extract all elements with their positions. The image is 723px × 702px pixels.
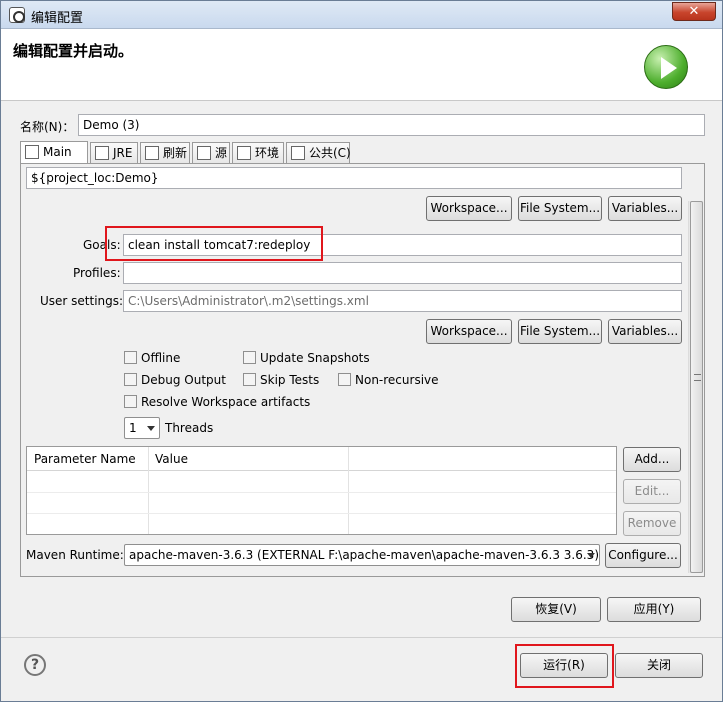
tab-jre-label: JRE (113, 146, 133, 160)
parameters-table: Parameter Name Value (26, 446, 617, 535)
column-header-value[interactable]: Value (155, 452, 188, 466)
close-button[interactable]: 关闭 (615, 653, 703, 678)
profiles-label: Profiles: (73, 266, 121, 280)
refresh-icon (145, 146, 159, 160)
threads-label: Threads (165, 421, 214, 435)
title-bar: 编辑配置 ✕ (1, 1, 722, 29)
tab-refresh[interactable]: 刷新 (140, 142, 190, 164)
tab-main[interactable]: Main (20, 141, 88, 164)
grip-icon (694, 374, 701, 381)
debug-output-checkbox-box[interactable] (124, 373, 137, 386)
apply-button[interactable]: 应用(Y) (607, 597, 701, 622)
main-icon (25, 145, 39, 159)
non-recursive-checkbox[interactable]: Non-recursive (338, 373, 439, 387)
base-directory-input[interactable]: ${project_loc:Demo} (26, 167, 682, 189)
resolve-workspace-checkbox[interactable]: Resolve Workspace artifacts (124, 395, 310, 409)
tab-main-label: Main (43, 145, 72, 159)
threads-select[interactable]: 1 (124, 417, 160, 439)
table-row-line-2 (27, 513, 616, 514)
tab-refresh-label: 刷新 (163, 146, 188, 160)
configure-button[interactable]: Configure... (605, 543, 681, 568)
name-label: 名称(N)： (20, 120, 75, 134)
file-system-button[interactable]: File System... (518, 196, 602, 221)
window-title: 编辑配置 (31, 11, 84, 26)
skip-tests-checkbox[interactable]: Skip Tests (243, 373, 319, 387)
resolve-workspace-label: Resolve Workspace artifacts (141, 395, 311, 409)
close-window-button[interactable]: ✕ (672, 2, 716, 21)
source-icon (197, 146, 211, 160)
name-input[interactable]: Demo (3) (78, 114, 705, 136)
jre-icon (95, 146, 109, 160)
header-banner: 编辑配置并启动。 (1, 29, 722, 101)
workspace-button[interactable]: Workspace... (426, 196, 512, 221)
tab-environment[interactable]: 环境 (232, 142, 284, 164)
help-icon[interactable]: ? (24, 654, 46, 676)
update-snapshots-checkbox[interactable]: Update Snapshots (243, 351, 370, 365)
non-recursive-checkbox-box[interactable] (338, 373, 351, 386)
remove-parameter-button[interactable]: Remove (623, 511, 681, 536)
scrollbar-thumb[interactable] (690, 201, 703, 573)
revert-button[interactable]: 恢复(V) (511, 597, 601, 622)
run-highlight-box (515, 644, 614, 688)
user-settings-label: User settings: (40, 294, 124, 308)
edit-configuration-dialog: 编辑配置 ✕ 编辑配置并启动。 名称(N)： Demo (3) Main JRE… (0, 0, 723, 702)
offline-checkbox-box[interactable] (124, 351, 137, 364)
tab-source-label: 源 (215, 146, 228, 160)
offline-label: Offline (141, 351, 181, 365)
debug-output-label: Debug Output (141, 373, 226, 387)
footer-separator (1, 637, 722, 638)
chevron-down-icon (587, 553, 595, 558)
app-icon (9, 7, 25, 23)
skip-tests-checkbox-box[interactable] (243, 373, 256, 386)
debug-output-checkbox[interactable]: Debug Output (124, 373, 226, 387)
variables-button-2[interactable]: Variables... (608, 319, 682, 344)
environment-icon (237, 146, 251, 160)
edit-parameter-button[interactable]: Edit... (623, 479, 681, 504)
tab-common[interactable]: 公共(C) (286, 142, 351, 164)
maven-runtime-label: Maven Runtime: (26, 548, 124, 562)
resolve-workspace-checkbox-box[interactable] (124, 395, 137, 408)
table-row-line (27, 492, 616, 493)
banner-text: 编辑配置并启动。 (13, 42, 134, 60)
update-snapshots-label: Update Snapshots (260, 351, 370, 365)
add-parameter-button[interactable]: Add... (623, 447, 681, 472)
skip-tests-label: Skip Tests (260, 373, 320, 387)
chevron-down-icon (147, 426, 155, 431)
goals-highlight-box (105, 226, 323, 261)
maven-runtime-value: apache-maven-3.6.3 (EXTERNAL F:\apache-m… (129, 548, 599, 562)
offline-checkbox[interactable]: Offline (124, 351, 180, 365)
workspace-button-2[interactable]: Workspace... (426, 319, 512, 344)
run-play-icon (644, 45, 688, 89)
common-icon (291, 146, 305, 160)
maven-runtime-select[interactable]: apache-maven-3.6.3 (EXTERNAL F:\apache-m… (124, 544, 600, 566)
column-header-parameter-name[interactable]: Parameter Name (34, 452, 136, 466)
panel-scrollbar[interactable] (688, 201, 703, 573)
threads-value: 1 (129, 421, 137, 435)
non-recursive-label: Non-recursive (355, 373, 439, 387)
tab-environment-label: 环境 (255, 146, 280, 160)
variables-button[interactable]: Variables... (608, 196, 682, 221)
tab-common-label: 公共(C) (309, 146, 351, 160)
tab-source[interactable]: 源 (192, 142, 230, 164)
tab-jre[interactable]: JRE (90, 142, 138, 164)
profiles-input[interactable] (123, 262, 682, 284)
update-snapshots-checkbox-box[interactable] (243, 351, 256, 364)
user-settings-input[interactable]: C:\Users\Administrator\.m2\settings.xml (123, 290, 682, 312)
file-system-button-2[interactable]: File System... (518, 319, 602, 344)
